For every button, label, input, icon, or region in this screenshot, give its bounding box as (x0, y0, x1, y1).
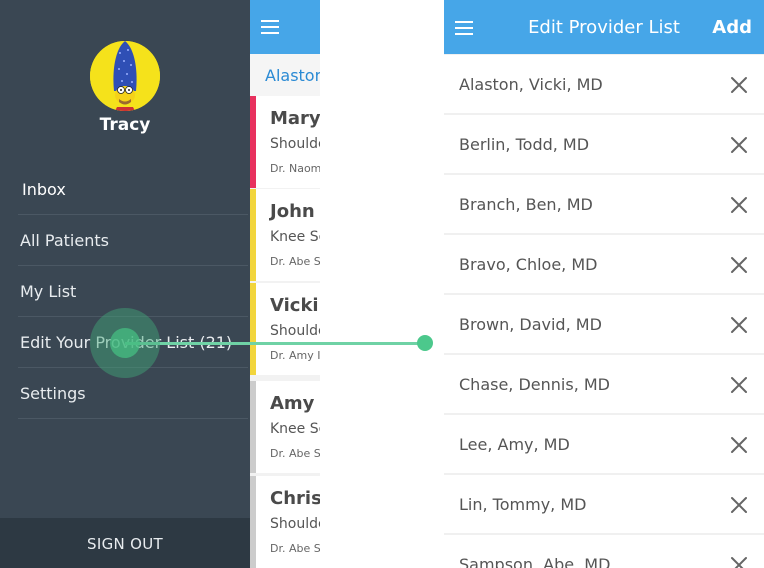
patient-doctor: Dr. Abe S (270, 542, 320, 555)
provider-name: Lin, Tommy, MD (459, 495, 587, 514)
provider-name: Brown, David, MD (459, 315, 602, 334)
patient-doctor: Dr. Abe S (270, 447, 320, 460)
patient-condition: Shoulder (270, 323, 320, 339)
patient-card[interactable]: John S Knee Sc Dr. Abe S (250, 189, 320, 281)
close-icon[interactable] (730, 76, 748, 94)
provider-row[interactable]: Brown, David, MD (444, 295, 764, 353)
close-icon[interactable] (730, 496, 748, 514)
gesture-drag-line (125, 342, 425, 345)
close-icon[interactable] (730, 436, 748, 454)
provider-name: Bravo, Chloe, MD (459, 255, 598, 274)
close-icon[interactable] (730, 136, 748, 154)
patient-doctor: Dr. Amy I (270, 349, 320, 362)
patient-card[interactable]: Vicki I Shoulder Dr. Amy I (250, 283, 320, 375)
section-header: Alaston (250, 54, 320, 96)
close-icon[interactable] (730, 256, 748, 274)
provider-name: Alaston, Vicki, MD (459, 75, 603, 94)
sign-out-button[interactable]: SIGN OUT (0, 518, 250, 568)
provider-row[interactable]: Lin, Tommy, MD (444, 475, 764, 533)
cartoon-avatar-icon (90, 41, 160, 111)
close-icon[interactable] (730, 376, 748, 394)
patient-card[interactable]: Amy L Knee Sc Dr. Abe S (250, 381, 320, 473)
patient-card[interactable]: Mary J Shoulder Dr. Naomi (250, 96, 320, 188)
provider-row[interactable]: Sampson, Abe, MD (444, 535, 764, 568)
status-stripe (250, 283, 256, 375)
provider-row[interactable]: Berlin, Todd, MD (444, 115, 764, 173)
provider-row[interactable]: Alaston, Vicki, MD (444, 55, 764, 113)
provider-list-header: Edit Provider List Add (444, 0, 764, 54)
avatar[interactable] (90, 41, 160, 111)
patient-name: Vicki I (270, 295, 320, 316)
provider-name: Berlin, Todd, MD (459, 135, 590, 154)
tap-indicator-core (110, 328, 140, 358)
panel-gap (320, 0, 444, 568)
patient-condition: Knee Sc (270, 421, 320, 437)
menu-item-inbox[interactable]: Inbox (0, 164, 248, 215)
patient-condition: Shoulder (270, 516, 320, 532)
provider-row[interactable]: Chase, Dennis, MD (444, 355, 764, 413)
close-icon[interactable] (730, 316, 748, 334)
status-stripe (250, 189, 256, 281)
provider-row[interactable]: Lee, Amy, MD (444, 415, 764, 473)
provider-name: Branch, Ben, MD (459, 195, 593, 214)
status-stripe (250, 381, 256, 473)
patient-list-header (250, 0, 320, 54)
hamburger-icon[interactable] (261, 20, 279, 34)
provider-name: Sampson, Abe, MD (459, 555, 611, 568)
gesture-end-dot (417, 335, 433, 351)
close-icon[interactable] (730, 196, 748, 214)
add-provider-button[interactable]: Add (712, 0, 752, 54)
menu-item-all-patients[interactable]: All Patients (0, 215, 248, 266)
patient-condition: Knee Sc (270, 229, 320, 245)
edit-provider-list-panel: Edit Provider List Add Alaston, Vicki, M… (444, 0, 764, 568)
provider-name: Chase, Dennis, MD (459, 375, 610, 394)
navigation-drawer: Tracy Inbox All Patients My List Edit Yo… (0, 0, 250, 568)
user-name: Tracy (99, 115, 151, 135)
patient-list-panel: Alaston Mary J Shoulder Dr. Naomi John S… (250, 0, 320, 568)
patient-doctor: Dr. Abe S (270, 255, 320, 268)
status-stripe (250, 96, 256, 188)
patient-name: Amy L (270, 393, 320, 414)
patient-doctor: Dr. Naomi (270, 162, 320, 175)
patient-name: Christ (270, 488, 320, 509)
provider-name: Lee, Amy, MD (459, 435, 570, 454)
provider-row[interactable]: Bravo, Chloe, MD (444, 235, 764, 293)
patient-condition: Shoulder (270, 136, 320, 152)
close-icon[interactable] (730, 556, 748, 568)
patient-card[interactable]: Christ Shoulder Dr. Abe S (250, 476, 320, 568)
provider-row[interactable]: Branch, Ben, MD (444, 175, 764, 233)
patient-name: Mary J (270, 108, 320, 129)
patient-name: John S (270, 201, 320, 222)
status-stripe (250, 476, 256, 568)
